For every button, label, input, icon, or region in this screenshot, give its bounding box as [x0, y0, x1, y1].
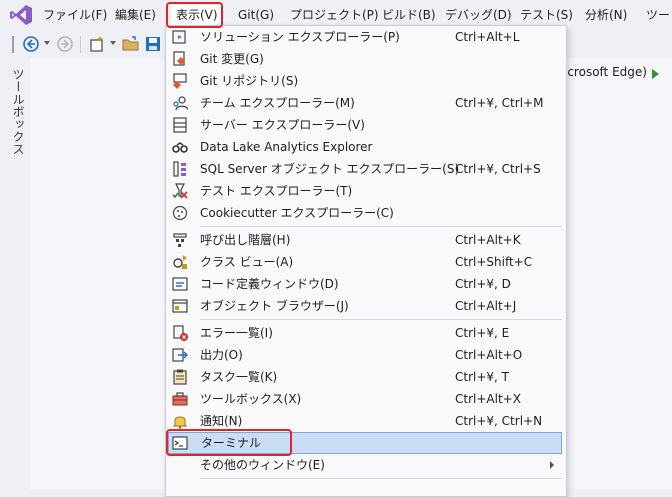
menu-item-shortcut: Ctrl+Alt+L	[455, 30, 520, 44]
menu-item-label: 出力(O)	[200, 348, 243, 362]
open-folder-icon[interactable]	[122, 35, 140, 53]
menu-item-shortcut: Ctrl+¥, T	[455, 370, 509, 384]
class-view-icon	[173, 255, 187, 269]
menu-item-team-explorer[interactable]: チーム エクスプローラー(M) Ctrl+¥, Ctrl+M	[168, 92, 562, 114]
menu-item-label: Data Lake Analytics Explorer	[200, 140, 373, 154]
menu-item-label: ツールボックス(X)	[200, 392, 302, 406]
menu-build[interactable]: ビルド(B)	[377, 5, 441, 25]
menu-item-label: Git 変更(G)	[200, 52, 264, 66]
test-explorer-icon	[172, 183, 188, 199]
terminal-icon	[172, 436, 188, 450]
menu-item-terminal[interactable]: ターミナル	[168, 432, 562, 454]
error-list-icon	[173, 325, 188, 341]
git-repository-icon	[173, 73, 187, 89]
menu-project[interactable]: プロジェクト(P)	[285, 5, 384, 25]
menu-tools[interactable]: ツー	[641, 5, 672, 25]
menu-item-label: ソリューション エクスプローラー(P)	[200, 30, 400, 44]
menu-view[interactable]: 表示(V)	[171, 5, 223, 25]
menu-item-shortcut: Ctrl+¥, Ctrl+S	[455, 162, 541, 176]
menu-item-shortcut: Ctrl+Alt+K	[455, 233, 521, 247]
menu-item-shortcut: Ctrl+¥, E	[455, 326, 510, 340]
server-explorer-icon	[173, 117, 187, 133]
menu-item-label: タスク一覧(K)	[200, 370, 278, 384]
menu-item-label: Cookiecutter エクスプローラー(C)	[200, 206, 394, 220]
menu-item-label: テスト エクスプローラー(T)	[200, 184, 353, 198]
call-hierarchy-icon	[173, 233, 187, 247]
menu-item-label: コード定義ウィンドウ(D)	[200, 277, 339, 291]
menu-item-solution-explorer[interactable]: ソリューション エクスプローラー(P) Ctrl+Alt+L	[168, 26, 562, 48]
menu-item-shortcut: Ctrl+¥, D	[455, 277, 511, 291]
notification-bell-icon	[172, 416, 188, 429]
menu-item-label: チーム エクスプローラー(M)	[200, 96, 355, 110]
solution-explorer-icon	[172, 30, 186, 44]
menu-item-shortcut: Ctrl+Alt+O	[455, 348, 523, 362]
menu-item-label: ターミナル	[201, 436, 262, 450]
code-definition-icon	[172, 277, 188, 291]
team-explorer-icon	[173, 96, 188, 111]
menu-item-label: オブジェクト ブラウザー(J)	[200, 299, 349, 313]
toolbar-separator	[80, 36, 81, 53]
menu-item-shortcut: Ctrl+¥, Ctrl+M	[455, 96, 544, 110]
menu-item-shortcut: Ctrl+Alt+X	[455, 392, 521, 406]
menu-item-sql-server[interactable]: SQL Server オブジェクト エクスプローラー(S) Ctrl+¥, Ct…	[168, 158, 562, 180]
data-lake-icon	[172, 142, 188, 153]
toolbar-grip[interactable]	[12, 36, 14, 53]
sql-server-icon	[173, 161, 186, 177]
menu-item-class-view[interactable]: クラス ビュー(A) Ctrl+Shift+C	[168, 251, 562, 273]
menu-item-task-list[interactable]: タスク一覧(K) Ctrl+¥, T	[168, 366, 562, 388]
submenu-arrow-icon	[550, 461, 554, 469]
menu-item-label: SQL Server オブジェクト エクスプローラー(S)	[200, 162, 460, 176]
menu-item-git-repository[interactable]: Git リポジトリ(S)	[168, 70, 562, 92]
menu-item-shortcut: Ctrl+¥, Ctrl+N	[455, 414, 543, 428]
menu-item-output[interactable]: 出力(O) Ctrl+Alt+O	[168, 344, 562, 366]
forward-icon[interactable]	[56, 35, 74, 53]
menu-item-shortcut: Ctrl+Shift+C	[455, 255, 533, 269]
menu-item-cookiecutter[interactable]: Cookiecutter エクスプローラー(C)	[168, 202, 562, 224]
task-list-icon	[173, 369, 187, 385]
menu-item-label: その他のウィンドウ(E)	[200, 458, 325, 472]
menu-item-label: Git リポジトリ(S)	[200, 74, 299, 88]
menu-item-error-list[interactable]: エラー一覧(I) Ctrl+¥, E	[168, 322, 562, 344]
object-browser-icon	[172, 299, 188, 313]
menu-item-git-changes[interactable]: Git 変更(G)	[168, 48, 562, 70]
menu-item-label: エラー一覧(I)	[200, 326, 273, 340]
toolbox-icon	[172, 392, 188, 406]
git-changes-icon	[173, 51, 185, 66]
menu-debug[interactable]: デバッグ(D)	[440, 5, 517, 25]
toolbox-side-tab[interactable]: ツールボックス	[10, 68, 27, 156]
menu-item-object-browser[interactable]: オブジェクト ブラウザー(J) Ctrl+Alt+J	[168, 295, 562, 317]
menu-test[interactable]: テスト(S)	[515, 5, 578, 25]
menu-item-label: クラス ビュー(A)	[200, 255, 294, 269]
menu-analyze[interactable]: 分析(N)	[580, 5, 632, 25]
visual-studio-logo-icon	[10, 5, 32, 25]
menu-separator	[200, 319, 562, 320]
menu-item-other-windows[interactable]: その他のウィンドウ(E)	[168, 454, 562, 476]
menu-item-server-explorer[interactable]: サーバー エクスプローラー(V)	[168, 114, 562, 136]
debug-target-browser[interactable]: icrosoft Edge)	[564, 65, 647, 79]
menu-item-code-definition[interactable]: コード定義ウィンドウ(D) Ctrl+¥, D	[168, 273, 562, 295]
menu-item-label: サーバー エクスプローラー(V)	[200, 118, 365, 132]
menu-item-label: 通知(N)	[200, 414, 243, 428]
menu-item-label: 呼び出し階層(H)	[200, 233, 291, 247]
new-item-icon[interactable]	[88, 35, 106, 53]
menu-item-toolbox[interactable]: ツールボックス(X) Ctrl+Alt+X	[168, 388, 562, 410]
back-icon[interactable]	[22, 35, 40, 53]
save-icon[interactable]	[144, 35, 162, 53]
cookiecutter-icon	[172, 205, 188, 221]
new-item-dropdown-caret[interactable]	[110, 41, 116, 45]
run-icon[interactable]	[652, 69, 659, 79]
menu-separator	[200, 478, 562, 479]
menu-item-data-lake[interactable]: Data Lake Analytics Explorer	[168, 136, 562, 158]
back-dropdown-caret[interactable]	[44, 41, 50, 45]
menu-file[interactable]: ファイル(F)	[38, 5, 112, 25]
menu-item-notifications[interactable]: 通知(N) Ctrl+¥, Ctrl+N	[168, 410, 562, 432]
menu-item-shortcut: Ctrl+Alt+J	[455, 299, 517, 313]
menu-edit[interactable]: 編集(E)	[110, 5, 161, 25]
menu-item-test-explorer[interactable]: テスト エクスプローラー(T)	[168, 180, 562, 202]
output-icon	[172, 348, 188, 362]
menu-item-call-hierarchy[interactable]: 呼び出し階層(H) Ctrl+Alt+K	[168, 229, 562, 251]
menu-separator	[200, 226, 562, 227]
menu-git[interactable]: Git(G)	[233, 5, 279, 25]
